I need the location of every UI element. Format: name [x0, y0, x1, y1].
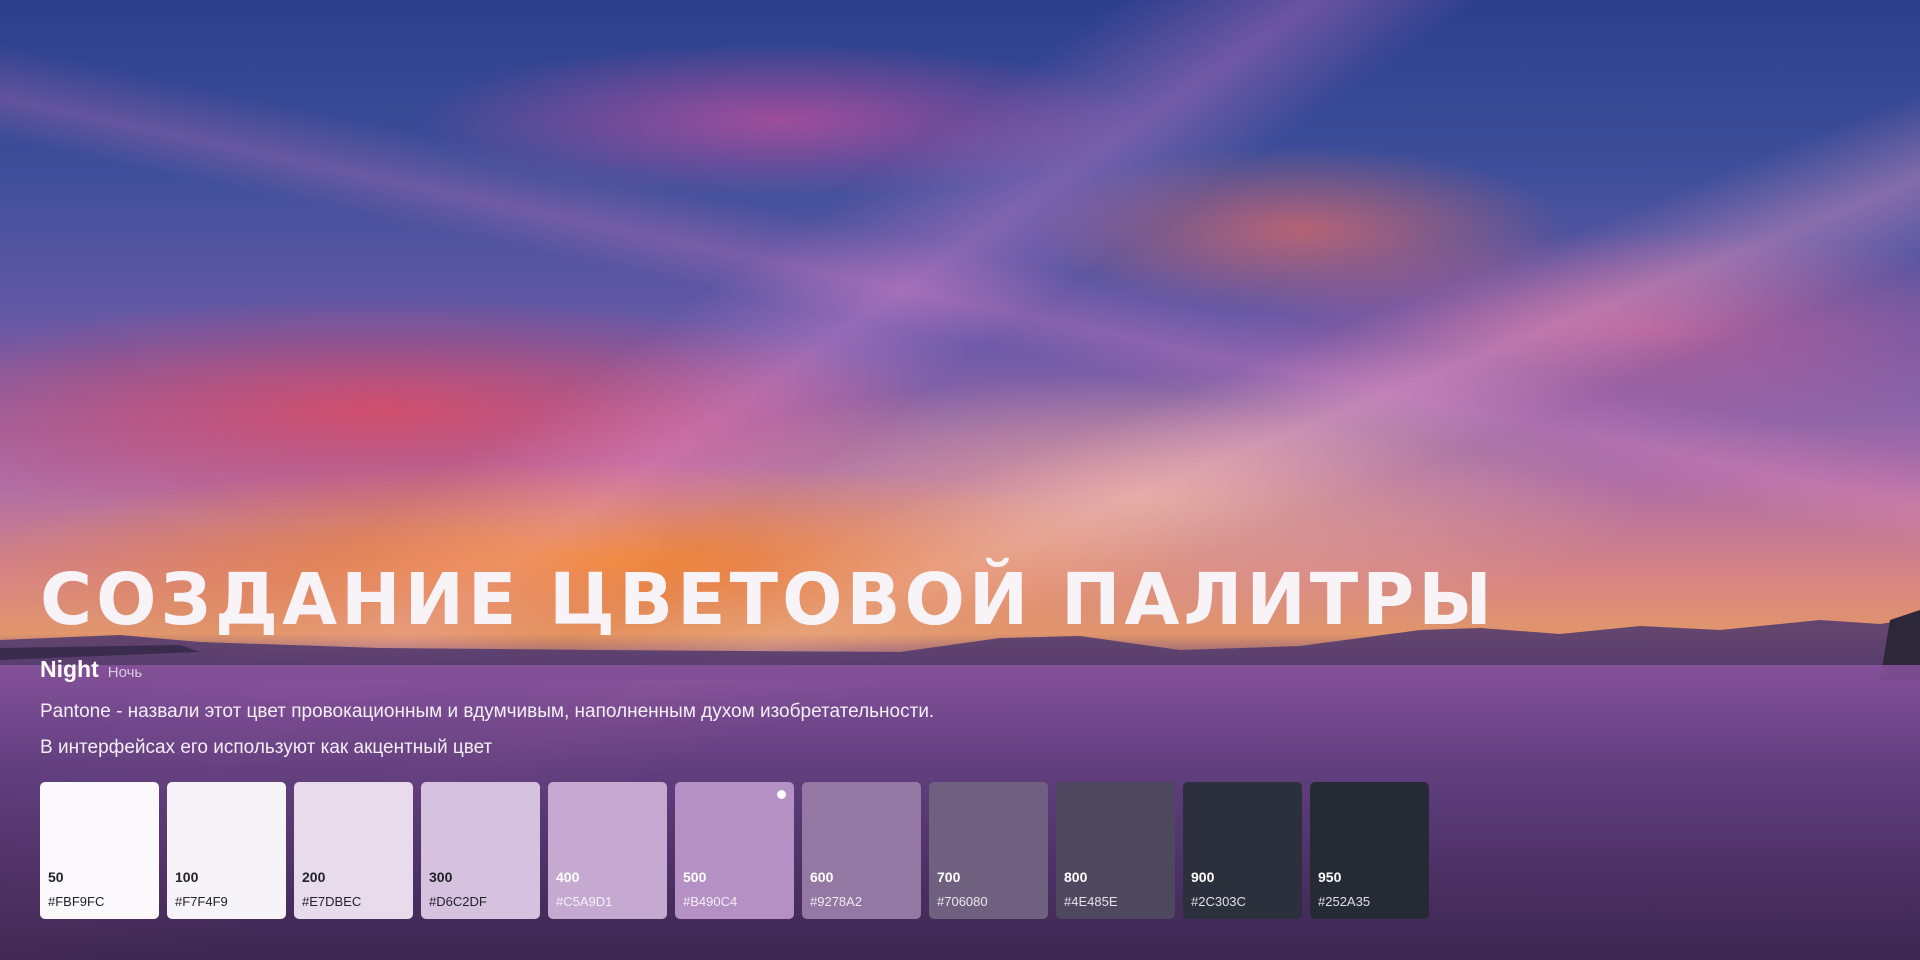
swatch-label: 700 — [937, 869, 961, 885]
selected-indicator-icon — [777, 790, 786, 799]
swatch-label: 50 — [48, 869, 64, 885]
swatch-label: 400 — [556, 869, 580, 885]
swatch-hex: #B490C4 — [683, 894, 738, 909]
swatch-label: 800 — [1064, 869, 1088, 885]
swatch-hex: #F7F4F9 — [175, 894, 228, 909]
swatch-hex: #4E485E — [1064, 894, 1118, 909]
color-name: Night — [40, 656, 99, 682]
swatch-50[interactable]: 50 #FBF9FC — [40, 782, 159, 919]
swatch-label: 300 — [429, 869, 453, 885]
swatch-row: 50 #FBF9FC 100 #F7F4F9 200 #E7DBEC 300 #… — [40, 782, 1429, 919]
swatch-label: 100 — [175, 869, 199, 885]
swatch-400[interactable]: 400 #C5A9D1 — [548, 782, 667, 919]
swatch-950[interactable]: 950 #252A35 — [1310, 782, 1429, 919]
swatch-500[interactable]: 500 #B490C4 — [675, 782, 794, 919]
swatch-700[interactable]: 700 #706080 — [929, 782, 1048, 919]
swatch-label: 500 — [683, 869, 707, 885]
swatch-100[interactable]: 100 #F7F4F9 — [167, 782, 286, 919]
swatch-hex: #C5A9D1 — [556, 894, 613, 909]
page-title: СОЗДАНИЕ ЦВЕТОВОЙ ПАЛИТРЫ — [40, 558, 1496, 641]
swatch-hex: #252A35 — [1318, 894, 1371, 909]
swatch-300[interactable]: 300 #D6C2DF — [421, 782, 540, 919]
swatch-900[interactable]: 900 #2C303C — [1183, 782, 1302, 919]
swatch-hex: #D6C2DF — [429, 894, 487, 909]
swatch-hex: #FBF9FC — [48, 894, 105, 909]
swatch-hex: #706080 — [937, 894, 988, 909]
color-name-ru: Ночь — [107, 664, 143, 681]
swatch-label: 900 — [1191, 869, 1215, 885]
swatch-label: 950 — [1318, 869, 1342, 885]
swatch-600[interactable]: 600 #9278A2 — [802, 782, 921, 919]
swatch-hex: #E7DBEC — [302, 894, 362, 909]
color-name-row: Night Ночь — [40, 656, 142, 683]
swatch-hex: #2C303C — [1191, 894, 1246, 909]
swatch-hex: #9278A2 — [810, 894, 863, 909]
swatch-200[interactable]: 200 #E7DBEC — [294, 782, 413, 919]
swatch-label: 200 — [302, 869, 326, 885]
swatch-800[interactable]: 800 #4E485E — [1056, 782, 1175, 919]
description-line-2: В интерфейсах его используют как акцентн… — [40, 737, 493, 758]
swatch-label: 600 — [810, 869, 834, 885]
description-line-1: Pantone - назвали этот цвет провокационн… — [40, 701, 935, 722]
